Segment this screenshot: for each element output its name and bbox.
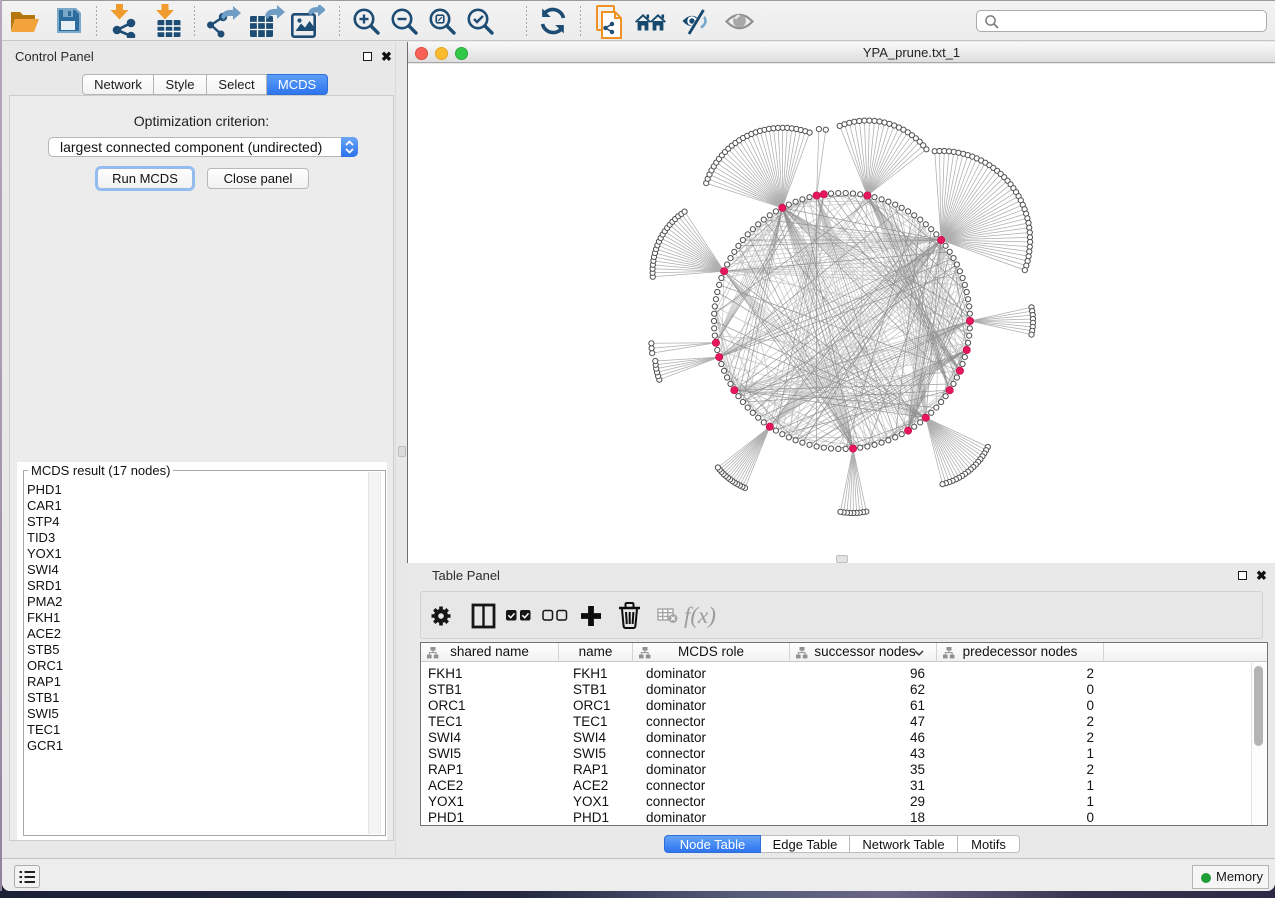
svg-text:f(x): f(x) [684, 603, 716, 628]
